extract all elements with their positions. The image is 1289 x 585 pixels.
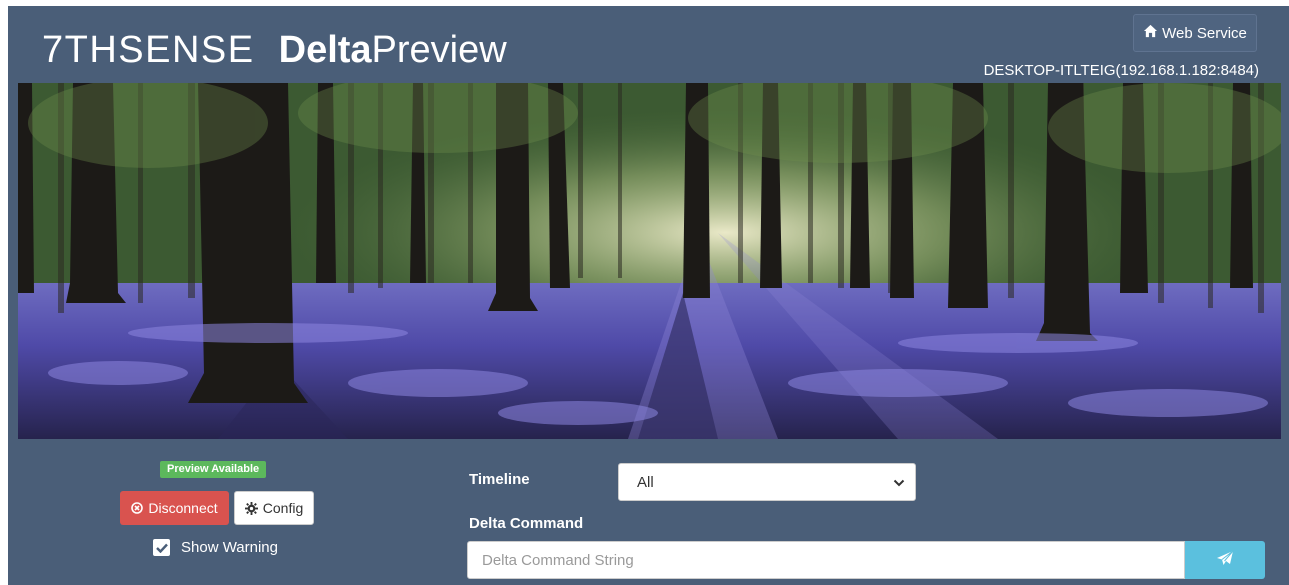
- gear-icon: [244, 501, 258, 515]
- config-label: Config: [262, 500, 304, 516]
- timeline-selected-value: All: [637, 473, 654, 491]
- timeline-select[interactable]: All: [618, 463, 916, 501]
- disconnect-button[interactable]: Disconnect: [120, 491, 229, 525]
- show-warning-row: Show Warning: [153, 539, 278, 556]
- disconnect-label: Disconnect: [148, 500, 218, 516]
- config-button[interactable]: Config: [234, 491, 314, 525]
- preview-status-badge: Preview Available: [160, 461, 267, 478]
- web-service-label: Web Service: [1162, 24, 1247, 42]
- home-icon: [1143, 24, 1162, 42]
- delta-command-label: Delta Command: [469, 515, 584, 532]
- host-address: DESKTOP-ITLTEIG(192.168.1.182:8484): [983, 62, 1259, 79]
- company-logo: 7THSENSE: [42, 28, 255, 71]
- send-command-button[interactable]: [1185, 541, 1265, 579]
- timeline-label: Timeline: [469, 471, 530, 488]
- web-service-button[interactable]: Web Service: [1133, 14, 1257, 52]
- app-container: 7THSENSE DeltaPreview Web Service DESKTO…: [8, 6, 1289, 585]
- delta-command-input[interactable]: [467, 541, 1185, 579]
- preview-image: [18, 83, 1281, 439]
- show-warning-checkbox[interactable]: [153, 539, 170, 556]
- paper-plane-icon: [1216, 550, 1234, 571]
- brand: 7THSENSE DeltaPreview: [42, 26, 507, 74]
- chevron-down-icon: [893, 474, 905, 491]
- app-title-rest: Preview: [371, 28, 507, 71]
- show-warning-label: Show Warning: [181, 539, 278, 556]
- app-title-bold: Delta: [278, 28, 372, 71]
- times-circle-icon: [131, 502, 144, 514]
- app-title: DeltaPreview: [279, 29, 507, 72]
